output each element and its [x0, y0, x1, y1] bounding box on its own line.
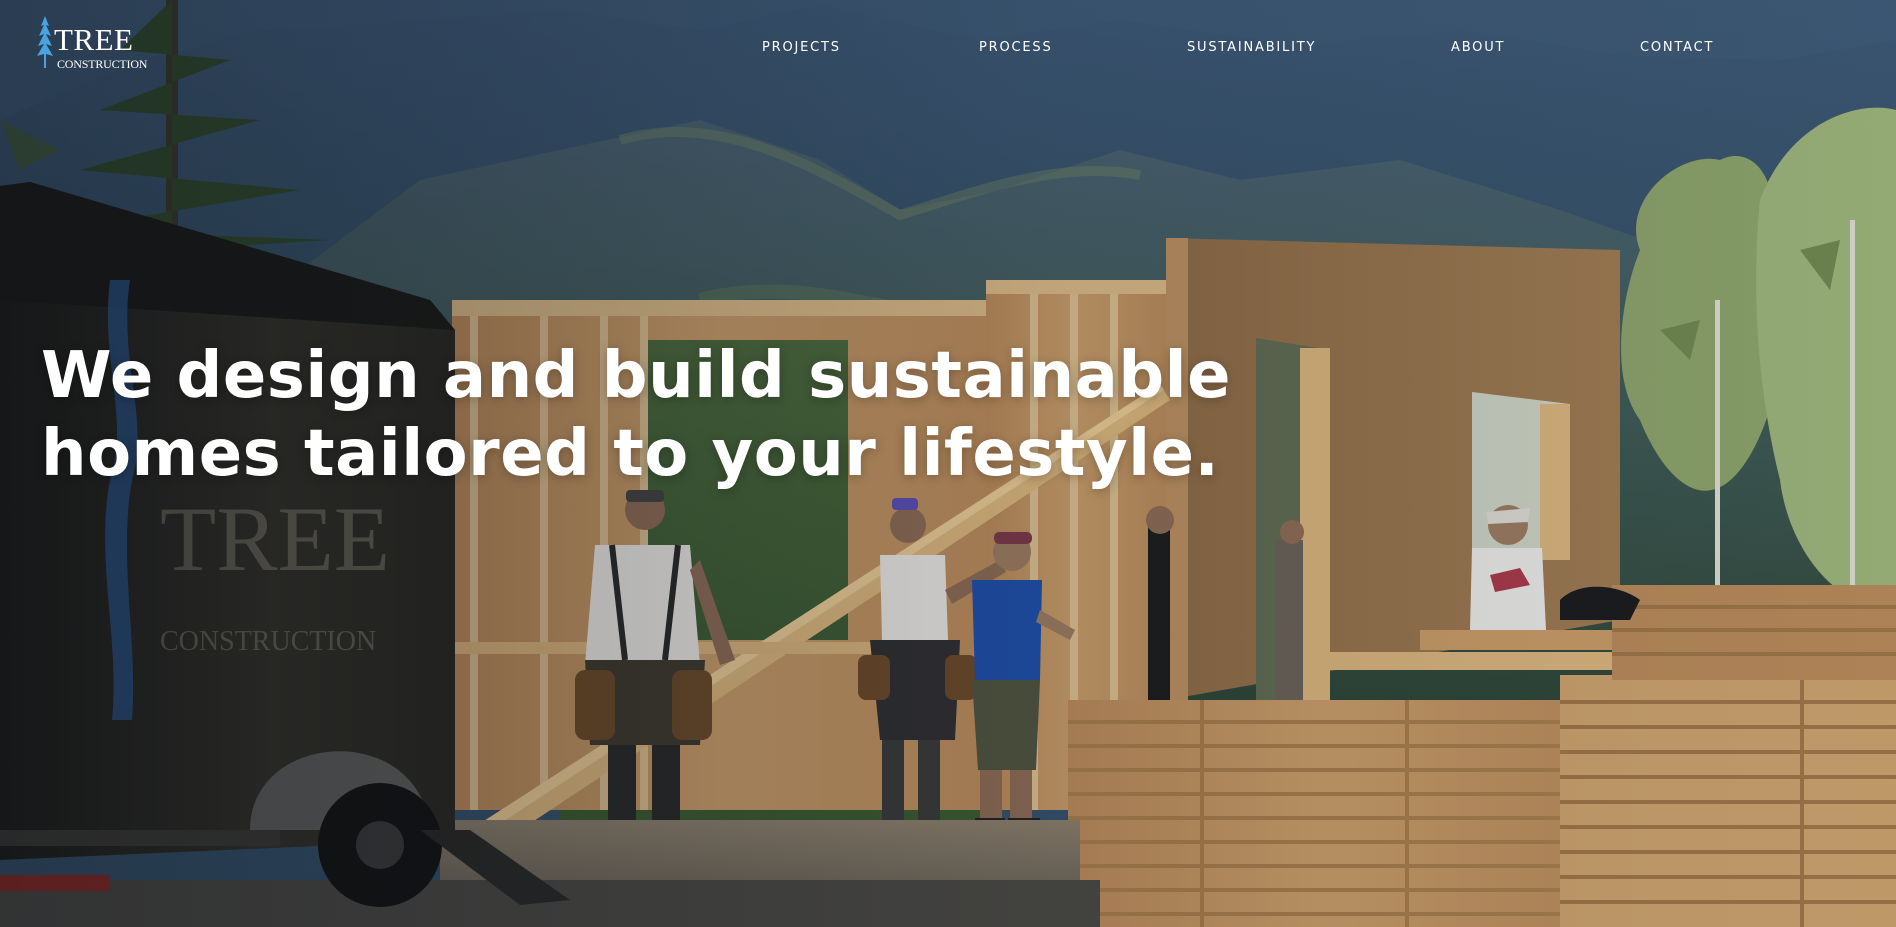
hero-headline: We design and build sustainable homes ta…	[41, 337, 1231, 493]
brand-name: TREE	[54, 22, 134, 57]
brand-logo[interactable]: TREE CONSTRUCTION	[36, 14, 156, 72]
trailer-brand-text: TREE	[160, 488, 390, 590]
site-header: TREE CONSTRUCTION PROJECTS PROCESS SUSTA…	[0, 0, 1896, 96]
hero-headline-line-2: homes tailored to your lifestyle.	[41, 417, 1220, 491]
nav-link-contact[interactable]: CONTACT	[1640, 38, 1714, 58]
brand-subtitle: CONSTRUCTION	[57, 57, 148, 71]
nav-link-sustainability[interactable]: SUSTAINABILITY	[1187, 38, 1316, 58]
tree-icon	[37, 16, 53, 68]
trailer-brand-subtitle: CONSTRUCTION	[160, 626, 376, 657]
nav-link-projects[interactable]: PROJECTS	[762, 38, 841, 58]
hero-section: TREE CONSTRUCTION TREE CONSTRUCTION PROJ…	[0, 0, 1896, 927]
nav-link-process[interactable]: PROCESS	[979, 38, 1053, 58]
nav-link-about[interactable]: ABOUT	[1451, 38, 1505, 58]
hero-headline-line-1: We design and build sustainable	[41, 339, 1231, 413]
